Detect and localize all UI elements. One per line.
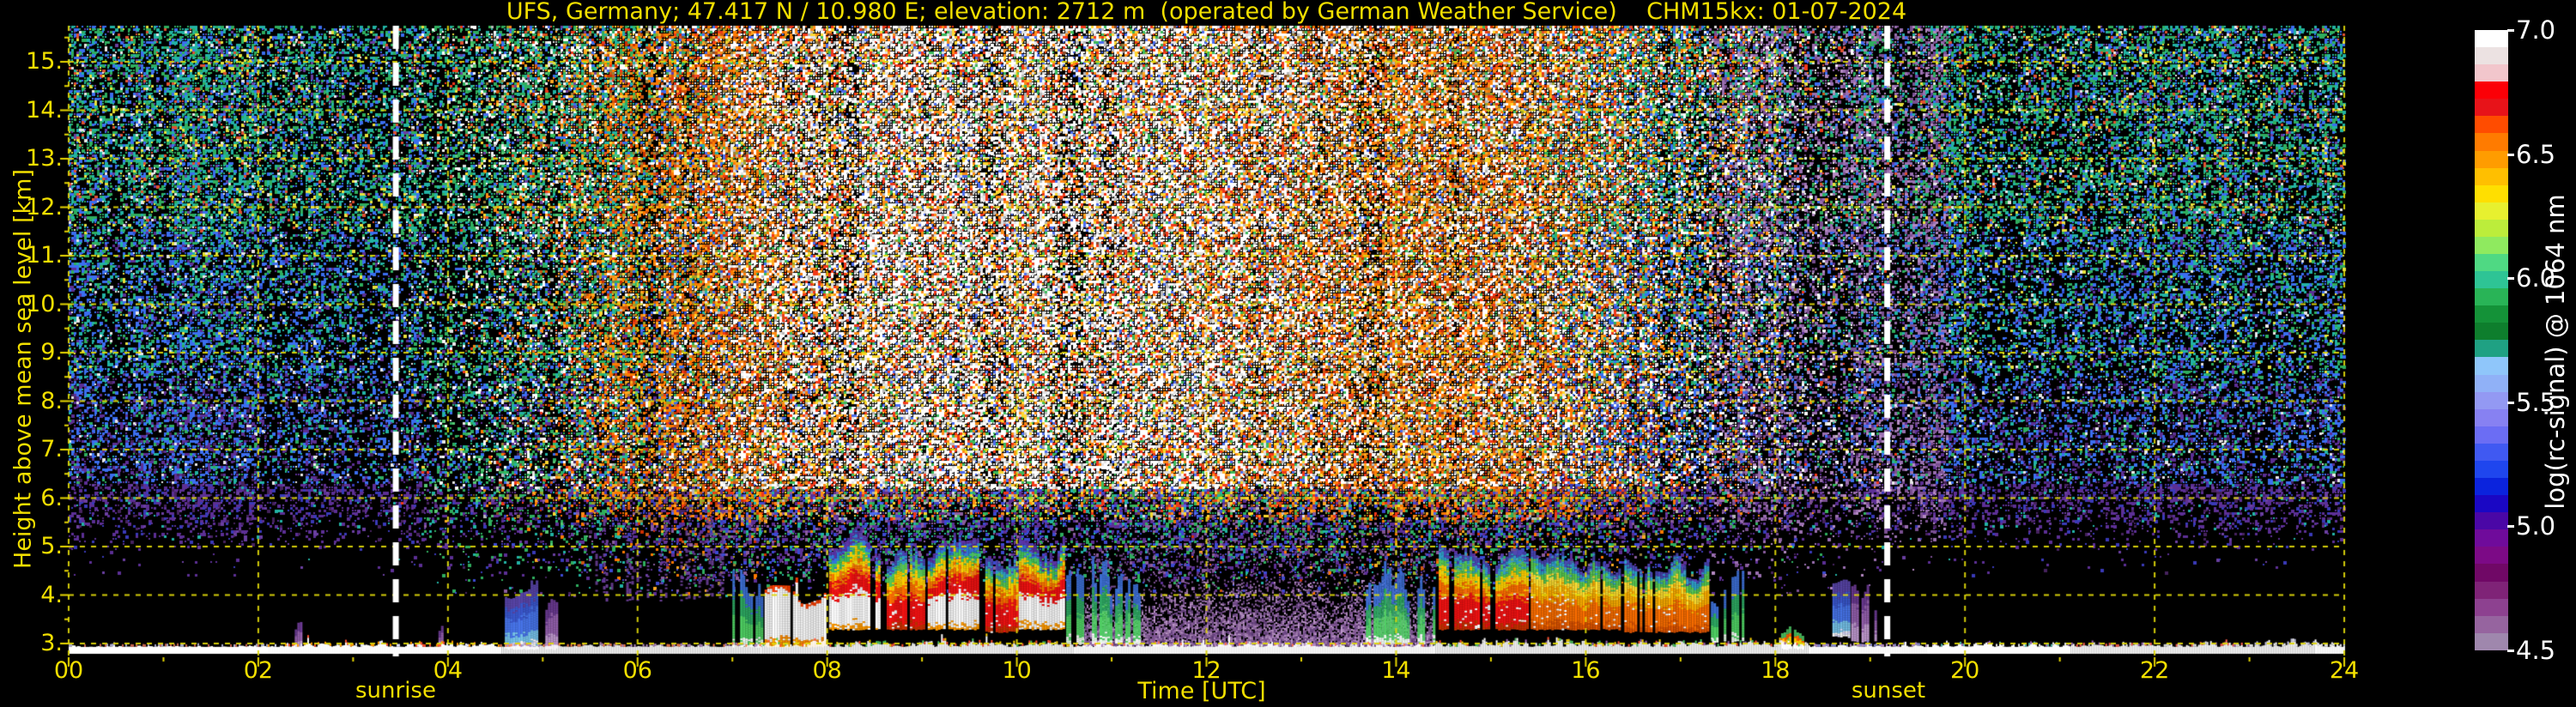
colorbar-segment [2475,529,2508,547]
y-tick-label: 12. [26,193,63,221]
colorbar-segment [2475,47,2508,65]
y-tick-label: 11. [26,242,63,269]
y-tick-label: 9. [40,339,63,366]
colorbar-segment [2475,271,2508,289]
x-tick-label: 14 [1381,657,1411,684]
colorbar-segment [2475,408,2508,426]
x-tick-label: 06 [622,657,652,684]
x-tick-label: 12 [1191,657,1221,684]
colorbar-segment [2475,443,2508,461]
y-tick-label: 7. [40,436,63,462]
colorbar [2475,30,2508,650]
page-title: UFS, Germany; 47.417 N / 10.980 E; eleva… [506,0,1907,25]
x-tick-label: 00 [53,657,84,684]
colorbar-segment [2475,632,2508,650]
colorbar-tick [2507,277,2514,281]
x-tick-label: 04 [433,657,463,684]
colorbar-segment [2475,340,2508,358]
colorbar-segment [2475,581,2508,599]
sunset-label: sunset [1851,678,1926,704]
colorbar-segment [2475,495,2508,513]
colorbar-segment [2475,236,2508,255]
y-tick-label: 8. [40,387,63,414]
colorbar-segment [2475,254,2508,272]
colorbar-segment [2475,288,2508,306]
colorbar-segment [2475,305,2508,323]
colorbar-segment [2475,323,2508,341]
colorbar-tick [2507,401,2514,404]
y-tick-label: 3. [40,630,63,656]
colorbar-segment [2475,64,2508,82]
colorbar-segment [2475,460,2508,479]
colorbar-label: log(rc-signal) @ 1064 nm [2541,194,2570,510]
colorbar-segment [2475,512,2508,530]
y-tick-label: 15. [26,48,63,75]
y-tick-label: 5. [40,533,63,559]
y-tick-label: 13. [26,145,63,172]
colorbar-tick-label: 5.0 [2516,511,2556,541]
colorbar-segment [2475,99,2508,117]
colorbar-segment [2475,30,2508,48]
colorbar-segment [2475,184,2508,202]
y-tick-label: 4. [40,581,63,608]
colorbar-segment [2475,150,2508,168]
colorbar-tick [2507,525,2514,529]
colorbar-tick-label: 7.0 [2516,15,2556,45]
ceilometer-figure: UFS, Germany; 47.417 N / 10.980 E; eleva… [0,0,2576,707]
colorbar-segment [2475,219,2508,237]
x-tick-label: 10 [1002,657,1032,684]
colorbar-tick-label: 6.5 [2516,139,2556,169]
x-tick-label: 18 [1761,657,1791,684]
x-tick-label: 08 [812,657,842,684]
colorbar-tick-label: 4.5 [2516,636,2556,665]
y-tick-label: 10. [26,290,63,317]
x-tick-label: 22 [2139,657,2170,684]
colorbar-segment [2475,426,2508,444]
colorbar-segment [2475,598,2508,616]
colorbar-segment [2475,478,2508,496]
colorbar-segment [2475,133,2508,151]
ceilometer-plot-canvas [0,0,2576,707]
colorbar-segment [2475,202,2508,220]
y-tick-label: 6. [40,484,63,511]
x-tick-label: 24 [2329,657,2360,684]
y-tick-label: 14. [26,96,63,124]
colorbar-segment [2475,167,2508,185]
colorbar-segment [2475,116,2508,134]
colorbar-tick [2507,650,2514,652]
colorbar-segment [2475,82,2508,100]
colorbar-segment [2475,391,2508,409]
colorbar-segment [2475,547,2508,565]
x-tick-label: 20 [1950,657,1980,684]
x-tick-label: 02 [243,657,274,684]
colorbar-segment [2475,374,2508,392]
colorbar-tick [2507,29,2514,32]
colorbar-segment [2475,564,2508,582]
colorbar-tick [2507,153,2514,156]
colorbar-segment [2475,615,2508,633]
x-tick-label: 16 [1571,657,1601,684]
colorbar-segment [2475,357,2508,375]
